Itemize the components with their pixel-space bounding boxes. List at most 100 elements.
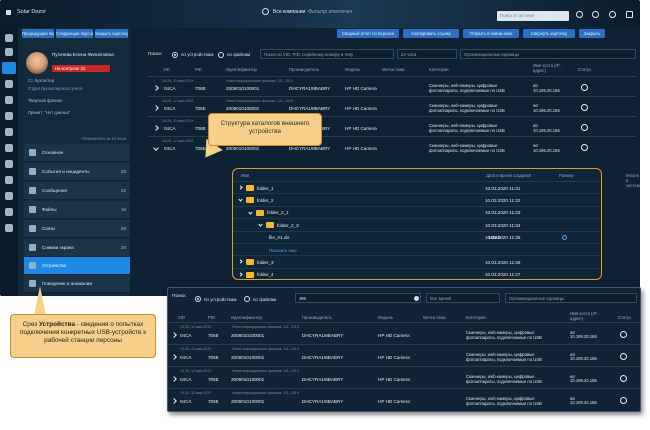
by-files-radio[interactable] xyxy=(244,296,250,302)
persons-icon[interactable] xyxy=(2,62,16,74)
company-selector[interactable]: Все компании xyxy=(273,9,305,15)
tree-chevron-icon[interactable] xyxy=(248,210,253,215)
menu-item-icon xyxy=(29,168,36,175)
tree-chevron-icon[interactable] xyxy=(238,185,243,190)
next-person-button[interactable]: Следующая персона xyxy=(56,29,93,38)
table-row[interactable]: 19.25, 12 мая 2019 Нихентифицировано филь… xyxy=(148,76,636,96)
row-note: Нихентифицировано фильма: 111, 2019 xyxy=(232,347,299,351)
dashboard-icon[interactable] xyxy=(5,48,13,56)
row-timestamp: 19.25, 12 мая 2019 xyxy=(180,347,212,351)
cell-category: Сканнеры, web-камеры, цифровые фотоаппар… xyxy=(466,352,542,363)
menu-item[interactable]: Сообщения 22 xyxy=(24,182,130,200)
file-search-input[interactable]: J86 xyxy=(295,293,421,303)
bell-icon[interactable] xyxy=(592,11,599,18)
menu-icon[interactable] xyxy=(6,10,11,15)
clock-icon[interactable] xyxy=(5,160,13,168)
logout-icon[interactable] xyxy=(626,11,633,18)
tree-row[interactable]: folder_2 10.03.2020 11:32 xyxy=(233,193,600,205)
search-icon[interactable] xyxy=(562,234,567,240)
by-device-radio[interactable] xyxy=(195,296,201,302)
cell-id: 2009010100001 xyxy=(226,86,260,91)
expand-chevron-icon[interactable] xyxy=(171,332,177,338)
expand-chevron-icon[interactable] xyxy=(153,85,159,91)
global-search-input[interactable]: Поиск в системе xyxy=(497,11,569,21)
tree-row[interactable]: file_01.xls 10.03.2020 11:35 105kb xyxy=(233,230,600,243)
tree-chevron-icon[interactable] xyxy=(258,222,263,227)
collapse-card-button[interactable]: Свернуть карточку xyxy=(523,29,575,38)
cell-pid: 706E xyxy=(195,106,206,111)
plane-icon[interactable] xyxy=(5,176,13,184)
tree-item-date: 10.03.2020 11:31 xyxy=(485,185,521,191)
cell-model: HP HD Camera xyxy=(345,86,377,91)
expand-chevron-icon[interactable] xyxy=(153,145,159,151)
menu-item[interactable]: Файлы 16 xyxy=(24,201,130,219)
device-search-input[interactable]: Поиск по VID, PID, серийному номеру и ти… xyxy=(260,49,394,59)
tree-row[interactable]: folder_2_1 10.03.2020 11:33 xyxy=(233,205,600,218)
expand-chevron-icon[interactable] xyxy=(171,398,177,404)
home-icon[interactable] xyxy=(5,34,13,42)
table-row[interactable]: 19.25, 12 мая 2019 Нихентифицировано филь… xyxy=(168,322,640,344)
expand-chevron-icon[interactable] xyxy=(171,354,177,360)
tree-row[interactable]: folder_1 10.03.2020 11:31 xyxy=(233,181,600,193)
expand-chevron-icon[interactable] xyxy=(153,125,159,131)
table-row[interactable]: 19.25, 12 мая 2019 Нихентифицировано филь… xyxy=(168,366,640,388)
monitor-icon[interactable] xyxy=(5,112,13,120)
cell-maker: DHCYRA19IBABRY xyxy=(289,86,331,91)
tree-item-date: 10.03.2020 11:37 xyxy=(485,272,521,278)
cell-pid: 706E xyxy=(208,355,219,360)
folder-icon xyxy=(256,209,264,216)
menu-item-count: 16 xyxy=(120,207,126,212)
menu-item[interactable]: Связи 49 xyxy=(24,220,130,238)
close-card-button[interactable]: Закрыть карточку xyxy=(95,29,128,38)
graph-icon[interactable] xyxy=(5,128,13,136)
settings-icon[interactable] xyxy=(5,224,13,232)
search-label: Поиск: xyxy=(148,52,163,57)
copy-link-button[interactable]: Скопировать ссылку xyxy=(403,29,459,38)
close-button[interactable]: Закрыть xyxy=(579,29,605,38)
col-category: Категория xyxy=(429,67,449,72)
summary-report-button[interactable]: Сводный отчет по персоне xyxy=(337,29,399,38)
filter-status[interactable]: Фильтр отключен xyxy=(308,9,352,15)
tree-row[interactable]: folder_4 10.03.2020 11:37 xyxy=(233,267,600,280)
row-timestamp: 19.25, 12 мая 2019 xyxy=(180,369,212,373)
tree-row[interactable]: folder_2_3 10.03.2020 11:34 xyxy=(233,218,600,230)
menu-item[interactable]: Основное xyxy=(24,144,130,162)
table-row[interactable]: 19.25, 12 мая 2019 Нихентифицировано филь… xyxy=(168,388,640,410)
mail-icon[interactable] xyxy=(5,96,13,104)
gear-icon[interactable] xyxy=(576,11,583,18)
org-units-select[interactable]: Организационные единицы xyxy=(460,49,636,59)
chart-icon[interactable] xyxy=(5,192,13,200)
tree-row[interactable]: folder_3 10.03.2020 11:36 xyxy=(233,255,600,267)
alert-icon[interactable] xyxy=(5,80,13,88)
cell-ip: 10.199.20.186 xyxy=(533,88,560,93)
open-new-window-button[interactable]: Открыть в новом окне xyxy=(463,29,519,38)
org-units-select[interactable]: Организационные единицы xyxy=(505,293,637,303)
tree-chevron-icon[interactable] xyxy=(238,272,243,277)
department-link[interactable]: Отдел бухгалтерского учета xyxy=(28,86,82,91)
col-host: Имя хоста (IP-адрес) xyxy=(570,311,598,321)
period-select[interactable]: 24 часа xyxy=(397,49,457,59)
menu-item[interactable]: Снимки экрана 28 xyxy=(24,239,130,257)
by-files-radio[interactable] xyxy=(218,51,224,58)
tree-chevron-icon[interactable] xyxy=(238,259,243,265)
search-icon[interactable] xyxy=(5,144,13,152)
period-select[interactable]: Все время xyxy=(426,293,500,303)
tree-item-name: folder_2_3 xyxy=(277,222,299,228)
tree-chevron-icon[interactable] xyxy=(238,197,243,203)
tree-col-name: Имя xyxy=(241,173,250,178)
list-icon[interactable] xyxy=(5,208,13,216)
show-more-label[interactable]: Показать еще xyxy=(269,248,297,253)
expand-chevron-icon[interactable] xyxy=(153,105,159,111)
menu-item[interactable]: События и инциденты 28 xyxy=(24,163,130,181)
by-device-radio[interactable] xyxy=(172,51,178,58)
show-more-link[interactable]: Показать еще xyxy=(233,243,600,255)
col-model: Модель xyxy=(345,67,361,72)
prev-person-button[interactable]: Предыдущая персона xyxy=(22,29,54,38)
user-icon[interactable] xyxy=(609,11,616,18)
table-row[interactable]: 19.25, 12 мая 2019 Нихентифицировано филь… xyxy=(168,344,640,366)
app-brand: Solar Dozor xyxy=(17,9,47,15)
expand-chevron-icon[interactable] xyxy=(171,376,177,382)
clear-icon[interactable] xyxy=(414,296,419,301)
menu-item[interactable]: Устройства xyxy=(24,257,130,275)
menu-item-label: События и инциденты xyxy=(42,169,90,174)
